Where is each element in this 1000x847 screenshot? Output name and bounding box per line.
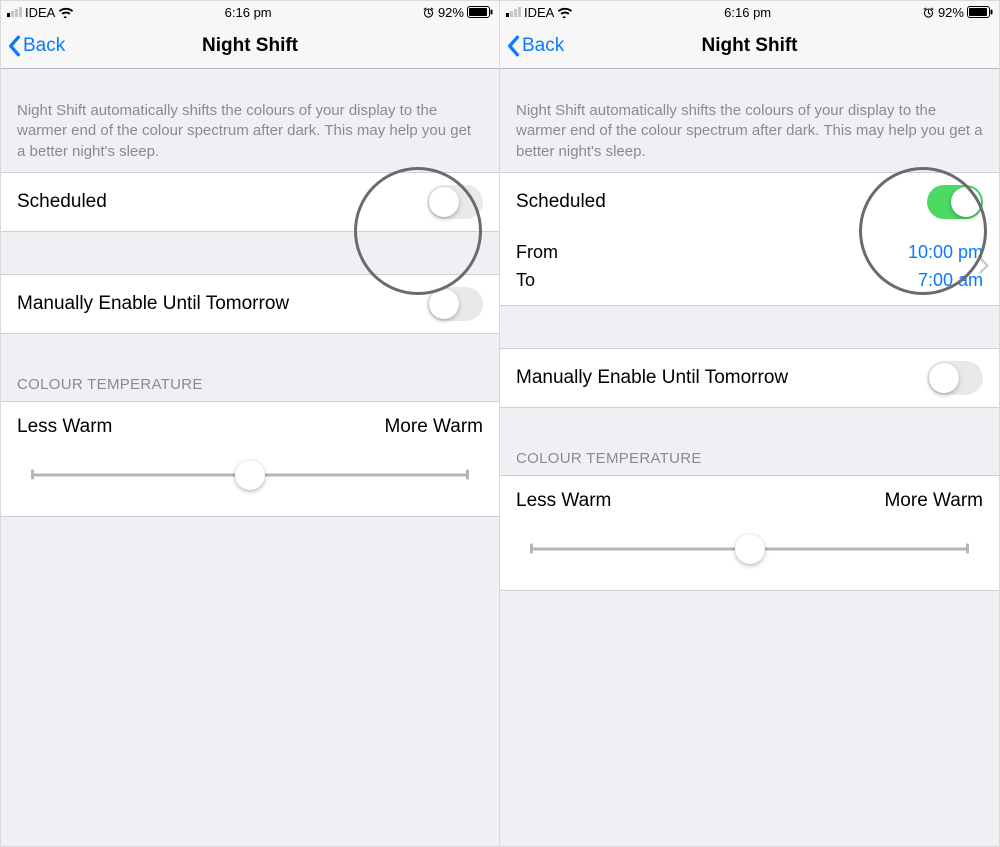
more-warm-label: More Warm [884,490,983,512]
section-description: Night Shift automatically shifts the col… [1,69,499,172]
scheduled-toggle[interactable] [927,185,983,219]
temp-header: COLOUR TEMPERATURE [1,376,499,401]
manual-label: Manually Enable Until Tomorrow [17,293,427,315]
nav-bar: Back Night Shift [1,23,499,69]
temp-header: COLOUR TEMPERATURE [500,450,999,475]
signal-icon [506,7,521,17]
chevron-left-icon [506,35,520,57]
scheduled-row: Scheduled [500,172,999,231]
alarm-icon [922,6,935,19]
scheduled-row: Scheduled [1,172,499,232]
chevron-left-icon [7,35,21,57]
back-button[interactable]: Back [500,35,564,57]
status-bar: IDEA 6:16 pm 92% [1,1,499,23]
wifi-icon [557,6,573,18]
temp-slider-cell: Less Warm More Warm [500,475,999,591]
manual-toggle[interactable] [927,361,983,395]
screenshot-left: IDEA 6:16 pm 92% Back Night Shift Night … [1,1,500,846]
alarm-icon [422,6,435,19]
status-bar: IDEA 6:16 pm 92% [500,1,999,23]
carrier-label: IDEA [25,5,55,20]
less-warm-label: Less Warm [516,490,611,512]
wifi-icon [58,6,74,18]
chevron-right-icon [979,257,989,278]
more-warm-label: More Warm [384,416,483,438]
screenshot-right: IDEA 6:16 pm 92% Back Night Shift Night … [500,1,999,846]
manual-row: Manually Enable Until Tomorrow [1,274,499,334]
temp-slider-cell: Less Warm More Warm [1,401,499,517]
manual-toggle[interactable] [427,287,483,321]
clock-label: 6:16 pm [225,5,272,20]
scheduled-label: Scheduled [516,191,927,213]
less-warm-label: Less Warm [17,416,112,438]
from-label: From [516,239,558,267]
slider-thumb[interactable] [235,460,265,490]
from-value: 10:00 pm [908,239,983,267]
back-label: Back [23,35,65,57]
carrier-label: IDEA [524,5,554,20]
scheduled-toggle[interactable] [427,185,483,219]
battery-icon [467,6,493,18]
slider-thumb[interactable] [735,534,765,564]
back-button[interactable]: Back [1,35,65,57]
back-label: Back [522,35,564,57]
page-title: Night Shift [1,35,499,57]
nav-bar: Back Night Shift [500,23,999,69]
temp-slider[interactable] [31,460,469,490]
scheduled-label: Scheduled [17,191,427,213]
signal-icon [7,7,22,17]
battery-pct: 92% [938,5,964,20]
schedule-times-row[interactable]: From 10:00 pm To 7:00 am [500,231,999,306]
section-description: Night Shift automatically shifts the col… [500,69,999,172]
manual-row: Manually Enable Until Tomorrow [500,348,999,408]
page-title: Night Shift [500,35,999,57]
battery-pct: 92% [438,5,464,20]
clock-label: 6:16 pm [724,5,771,20]
temp-slider[interactable] [530,534,969,564]
manual-label: Manually Enable Until Tomorrow [516,367,927,389]
battery-icon [967,6,993,18]
to-label: To [516,267,535,295]
to-value: 7:00 am [918,267,983,295]
